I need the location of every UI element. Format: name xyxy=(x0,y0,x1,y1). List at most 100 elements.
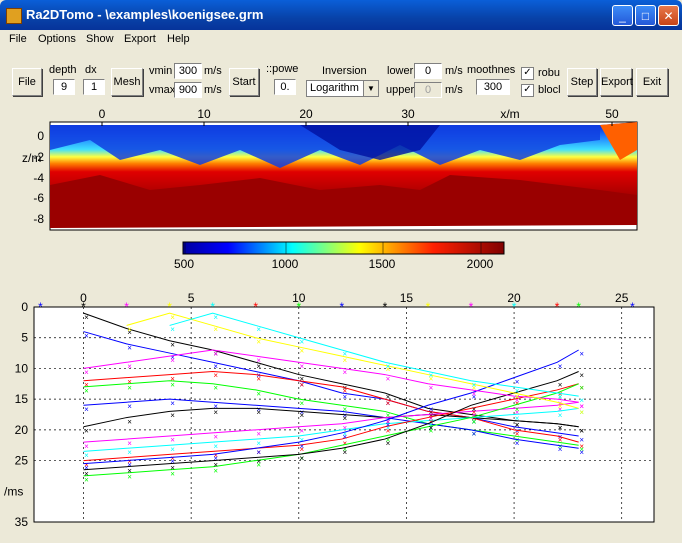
pick-marker: × xyxy=(170,463,175,472)
pick-marker: × xyxy=(299,454,304,463)
colorbar-tick-label: 1000 xyxy=(272,257,299,271)
shot-marker: * xyxy=(426,300,431,314)
pick-marker: × xyxy=(127,417,132,426)
shot-marker: * xyxy=(81,300,86,314)
pick-marker: × xyxy=(256,430,261,439)
pick-marker: × xyxy=(84,387,89,396)
pick-marker: × xyxy=(579,396,584,405)
shot-marker: * xyxy=(296,300,301,314)
pick-marker: × xyxy=(343,414,348,423)
pick-marker: × xyxy=(515,439,520,448)
colorbar-tick-label: 2000 xyxy=(467,257,494,271)
model-y-label: z/m xyxy=(22,151,41,165)
shot-marker: * xyxy=(469,300,474,314)
pick-marker: × xyxy=(579,426,584,435)
pick-marker: × xyxy=(386,439,391,448)
pick-marker: × xyxy=(127,362,132,371)
x-tick-label: 25 xyxy=(615,291,629,305)
pick-marker: × xyxy=(386,399,391,408)
x-tick-label: 5 xyxy=(188,291,195,305)
pick-marker: × xyxy=(213,325,218,334)
colorbar-tick-label: 1500 xyxy=(369,257,396,271)
pick-marker: × xyxy=(299,411,304,420)
shot-marker: * xyxy=(38,300,43,314)
model-y-tick-label: -4 xyxy=(33,171,44,185)
shot-marker: * xyxy=(512,300,517,314)
pick-marker: × xyxy=(299,337,304,346)
pick-marker: × xyxy=(127,325,132,334)
colorbar: 500 1000 1500 2000 xyxy=(174,241,505,271)
pick-marker: × xyxy=(472,380,477,389)
pick-marker: × xyxy=(256,390,261,399)
pick-marker: × xyxy=(84,469,89,478)
shot-marker: * xyxy=(167,300,172,314)
shot-marker: * xyxy=(253,300,258,314)
pick-marker: × xyxy=(299,380,304,389)
pick-marker: × xyxy=(558,380,563,389)
pick-marker: × xyxy=(343,368,348,377)
model-x-tick-label: 10 xyxy=(197,107,211,121)
pick-marker: × xyxy=(515,377,520,386)
y-tick-label: 35 xyxy=(15,515,29,529)
model-x-tick-label: 50 xyxy=(605,107,619,121)
model-x-tick-label: 20 xyxy=(299,107,313,121)
pick-marker: × xyxy=(256,374,261,383)
pick-marker: × xyxy=(256,325,261,334)
pick-marker: × xyxy=(299,442,304,451)
pick-marker: × xyxy=(256,439,261,448)
pick-marker: × xyxy=(213,408,218,417)
pick-marker: × xyxy=(213,433,218,442)
shot-marker: * xyxy=(124,300,129,314)
pick-marker: × xyxy=(170,411,175,420)
pick-marker: × xyxy=(386,362,391,371)
shot-marker: * xyxy=(576,300,581,314)
pick-marker: × xyxy=(84,331,89,340)
pick-marker: × xyxy=(127,448,132,457)
pick-marker: × xyxy=(299,347,304,356)
pick-marker: × xyxy=(170,445,175,454)
pick-marker: × xyxy=(213,460,218,469)
pick-marker: × xyxy=(472,405,477,414)
pick-marker: × xyxy=(213,442,218,451)
y-tick-label: 5 xyxy=(21,331,28,345)
pick-marker: × xyxy=(170,340,175,349)
pick-marker: × xyxy=(515,405,520,414)
colorbar-gradient xyxy=(182,241,505,255)
pick-marker: × xyxy=(515,387,520,396)
pick-marker: × xyxy=(256,457,261,466)
colorbar-tick-label: 500 xyxy=(174,257,194,271)
pick-marker: × xyxy=(558,393,563,402)
pick-marker: × xyxy=(256,408,261,417)
pick-marker: × xyxy=(343,350,348,359)
pick-marker: × xyxy=(558,402,563,411)
plots-canvas: 0 10 20 30 50x/m 0-2-4-6-8z/m 500 1000 1500 200… xyxy=(4,107,655,529)
pick-marker: × xyxy=(170,436,175,445)
pick-marker: × xyxy=(299,362,304,371)
traveltime-plot: 0 5 10 15 20 25051015202535/ms ××××××××××× × ××… xyxy=(4,291,655,529)
pick-marker: × xyxy=(429,383,434,392)
pick-marker: × xyxy=(579,448,584,457)
pick-marker: × xyxy=(213,362,218,371)
pick-marker: × xyxy=(558,362,563,371)
pick-marker: × xyxy=(213,313,218,322)
pick-marker: × xyxy=(213,371,218,380)
pick-marker: × xyxy=(343,387,348,396)
pick-marker: × xyxy=(579,408,584,417)
shot-marker: * xyxy=(210,300,215,314)
shot-marker: * xyxy=(555,300,560,314)
pick-marker: × xyxy=(299,399,304,408)
pick-marker: × xyxy=(84,313,89,322)
pick-marker: × xyxy=(299,426,304,435)
pick-marker: × xyxy=(170,380,175,389)
x-tick-label: 15 xyxy=(400,291,414,305)
pick-marker: × xyxy=(343,448,348,457)
y-axis-label: /ms xyxy=(4,484,23,498)
pick-marker: × xyxy=(386,374,391,383)
pick-marker: × xyxy=(127,439,132,448)
model-x-tick-label: 30 xyxy=(401,107,415,121)
pick-marker: × xyxy=(84,368,89,377)
pick-marker: × xyxy=(170,399,175,408)
model-x-tick-label: 0 xyxy=(99,107,106,121)
pick-marker: × xyxy=(127,402,132,411)
pick-marker: × xyxy=(256,448,261,457)
